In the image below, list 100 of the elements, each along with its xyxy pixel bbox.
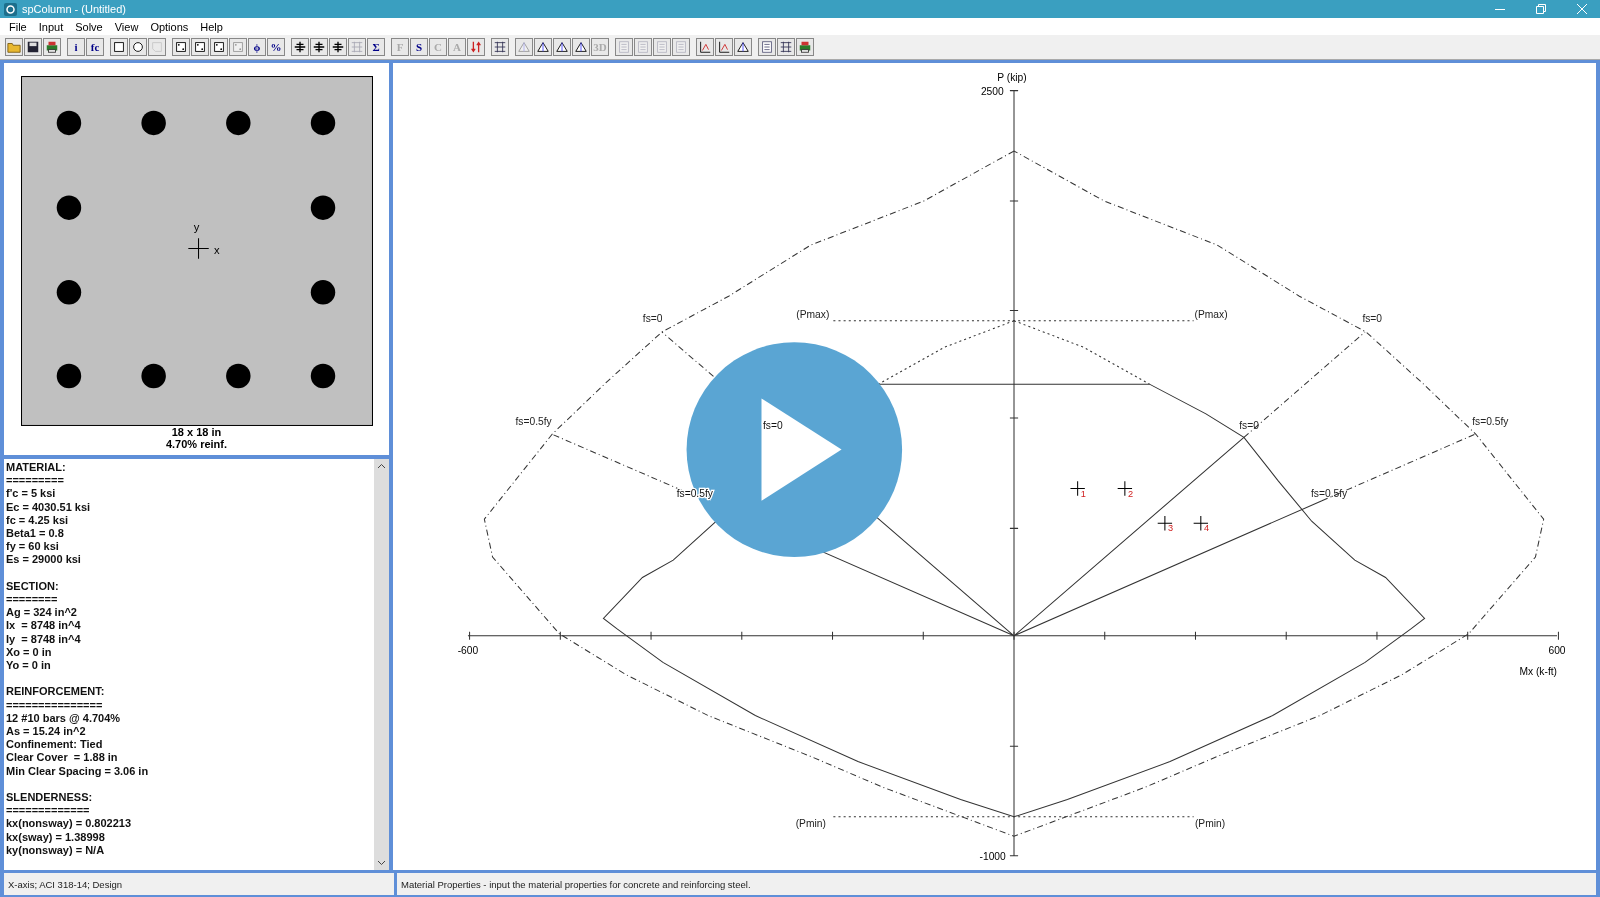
triangle-icon [555, 40, 569, 54]
toolbar-button[interactable] [172, 38, 190, 56]
menu-item[interactable]: Options [144, 20, 195, 33]
triangle-icon [574, 40, 588, 54]
toolbar-button[interactable] [715, 38, 733, 56]
section-size: 18 x 18 in [171, 426, 222, 438]
toolbar-button[interactable] [129, 38, 147, 56]
diagram-annotation: fs=0 [1239, 420, 1259, 432]
section-heading: SECTION: [6, 579, 60, 593]
toolbar-button[interactable] [24, 38, 42, 56]
property-line: fy = 60 ksi [6, 540, 60, 554]
printer-icon [798, 40, 812, 54]
menu-item[interactable]: Input [32, 20, 70, 33]
menu-item[interactable]: View [108, 20, 145, 33]
property-line: f'c = 5 ksi [6, 487, 57, 501]
menu-item[interactable]: Help [194, 20, 229, 33]
toolbar-button[interactable] [110, 38, 128, 56]
restore-icon [1536, 4, 1546, 14]
diagram-annotation: fs=0 [762, 420, 783, 432]
document-icon [674, 40, 688, 54]
printer-icon [45, 40, 59, 54]
toolbar-button[interactable] [734, 38, 752, 56]
status-pane: X-axis; ACI 318-14; Design [4, 873, 394, 895]
triangle-icon [536, 40, 550, 54]
section-heading: MATERIAL: [6, 461, 67, 475]
triangle-icon [736, 40, 750, 54]
load-point-marker [1117, 480, 1133, 497]
toolbar-button[interactable] [777, 38, 795, 56]
crosshair-icon [293, 40, 307, 54]
load-point-label: 4 [1203, 523, 1210, 534]
square-icon [112, 40, 126, 54]
document-icon [760, 40, 774, 54]
toolbar-button[interactable] [572, 38, 590, 56]
property-line: fc = 4.25 ksi [6, 513, 70, 527]
diagram-annotation: fs=0.5fy [515, 416, 552, 428]
property-line: kx(sway) = 1.38998 [6, 830, 106, 844]
property-line: Ag = 324 in^2 [6, 606, 78, 620]
property-line: Clear Cover = 1.88 in [6, 751, 119, 765]
triangle-icon [517, 40, 531, 54]
heading-rule: ======== [6, 593, 59, 607]
toolbar-button[interactable] [291, 38, 309, 56]
diagram-annotation: (Pmax) [1194, 308, 1228, 320]
toolbar-button[interactable]: S [410, 38, 428, 56]
load-point-label: 1 [1080, 488, 1086, 499]
toolbar-button[interactable] [310, 38, 328, 56]
load-point-marker [1069, 480, 1086, 497]
tick-label: -600 [457, 645, 479, 657]
toolbar-button[interactable] [210, 38, 228, 56]
bars-icon [174, 40, 188, 54]
grid-icon [779, 40, 793, 54]
toolbar-button[interactable] [796, 38, 814, 56]
toolbar-button[interactable] [491, 38, 509, 56]
toolbar-button[interactable]: fc [86, 38, 104, 56]
axis-title: Mx (k-ft) [1519, 665, 1557, 677]
menu-item[interactable]: File [3, 20, 33, 33]
close-icon [1577, 4, 1587, 14]
property-line: Iy = 8748 in^4 [6, 632, 82, 646]
bars-icon [193, 40, 207, 54]
load-point-label: 3 [1167, 523, 1174, 534]
polygon-icon [150, 40, 164, 54]
toolbar-button[interactable]: i [67, 38, 85, 56]
app-logo-icon [4, 2, 17, 16]
property-line: Yo = 0 in [6, 659, 52, 673]
toolbar-button[interactable] [696, 38, 714, 56]
menu-item[interactable]: Solve [69, 20, 109, 33]
property-line: Es = 29000 ksi [6, 553, 82, 567]
toolbar-button[interactable]: Σ [367, 38, 385, 56]
property-line: 12 #10 bars @ 4.704% [6, 711, 122, 726]
document-icon [636, 40, 650, 54]
toolbar-button[interactable] [534, 38, 552, 56]
status-pane: Material Properties - input the material properties for concrete and reinforcing steel. [397, 873, 1596, 895]
tick-label: 2500 [980, 85, 1004, 97]
property-line: ky(nonsway) = N/A [6, 843, 106, 858]
crosshair-icon [312, 40, 326, 54]
section-heading: SLENDERNESS: [6, 791, 94, 805]
tick-label: -1000 [979, 850, 1006, 862]
toolbar-button[interactable] [43, 38, 61, 56]
toolbar-button[interactable]: % [267, 38, 285, 56]
property-line: As = 15.24 in^2 [6, 725, 87, 739]
grid-icon [493, 40, 507, 54]
toolbar-button[interactable]: ϕ [248, 38, 266, 56]
toolbar-button[interactable] [329, 38, 347, 56]
section-heading: REINFORCEMENT: [6, 685, 106, 699]
heading-rule: =============== [6, 698, 104, 712]
reinforcement-ratio: 4.70% reinf. [165, 438, 228, 450]
toolbar-button[interactable] [553, 38, 571, 56]
property-line: kx(nonsway) = 0.802213 [6, 817, 133, 831]
property-line: Confinement: Tied [6, 738, 104, 752]
circle-icon [131, 40, 145, 54]
load-point-marker [1157, 515, 1173, 531]
chart-icon [717, 40, 731, 54]
bars-icon [231, 40, 245, 54]
property-line: Min Clear Spacing = 3.06 in [6, 764, 150, 778]
document-icon [617, 40, 631, 54]
toolbar-button[interactable] [191, 38, 209, 56]
axis-label: y [193, 221, 199, 234]
scrollbar[interactable] [374, 459, 389, 870]
diagram-annotation: (Pmax) [796, 308, 830, 320]
property-line: Beta1 = 0.8 [6, 527, 65, 541]
heading-rule: ============= [6, 804, 91, 818]
